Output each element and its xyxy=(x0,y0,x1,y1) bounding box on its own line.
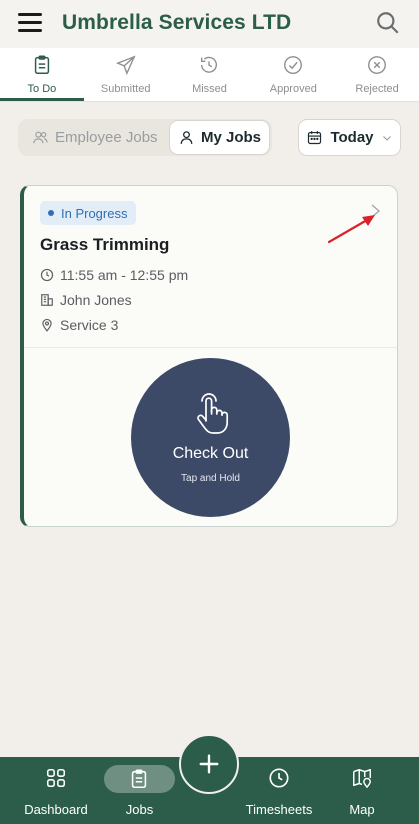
clock-icon xyxy=(40,268,54,282)
clipboard-icon xyxy=(34,55,50,74)
tab-missed[interactable]: Missed xyxy=(168,48,252,101)
user-icon xyxy=(180,131,193,144)
nav-dashboard[interactable]: Dashboard xyxy=(23,757,89,824)
job-time-text: 11:55 am - 12:55 pm xyxy=(60,267,189,283)
job-time: 11:55 am - 12:55 pm xyxy=(40,267,188,283)
tab-to-do[interactable]: To Do xyxy=(0,48,84,101)
job-service-text: Service 3 xyxy=(60,317,119,333)
tab-label: Submitted xyxy=(100,83,151,95)
check-circle-icon xyxy=(284,56,303,74)
app-header: Umbrella Services LTD xyxy=(0,0,419,48)
nav-map[interactable]: Map xyxy=(342,757,382,824)
check-out-hint: Tap and Hold xyxy=(181,473,240,484)
add-button[interactable] xyxy=(179,734,239,794)
job-card[interactable]: In Progress Grass Trimming 11:55 am - 12… xyxy=(20,185,398,527)
tab-label: Rejected xyxy=(355,83,399,95)
tab-label: Missed xyxy=(192,83,227,95)
app-title: Umbrella Services LTD xyxy=(62,11,292,34)
job-service: Service 3 xyxy=(40,317,118,333)
nav-dashboard-label: Dashboard xyxy=(24,802,88,817)
check-out-label: Check Out xyxy=(172,445,249,462)
status-dot xyxy=(48,210,54,216)
status-tabs: To Do Submitted Missed Approved Rejected xyxy=(0,48,419,102)
job-title: Grass Trimming xyxy=(40,235,170,254)
location-pin-icon xyxy=(42,318,52,332)
my-jobs-label: My Jobs xyxy=(200,129,261,146)
building-icon xyxy=(41,294,53,306)
calendar-icon xyxy=(308,131,322,145)
nav-timesheets[interactable]: Timesheets xyxy=(244,757,314,824)
users-icon xyxy=(33,131,48,144)
nav-jobs[interactable]: Jobs xyxy=(104,757,175,824)
nav-timesheets-label: Timesheets xyxy=(245,802,313,817)
employee-jobs-toggle[interactable]: Employee Jobs xyxy=(32,119,158,156)
status-label: In Progress xyxy=(61,205,128,221)
tab-label: Approved xyxy=(269,83,317,95)
status-badge: In Progress xyxy=(40,201,137,225)
employee-jobs-label: Employee Jobs xyxy=(55,129,158,146)
nav-map-label: Map xyxy=(349,802,375,817)
card-divider xyxy=(24,347,397,348)
tab-label: To Do xyxy=(27,83,57,95)
hamburger-icon[interactable] xyxy=(18,13,42,33)
send-icon xyxy=(115,55,136,76)
clock-icon xyxy=(269,768,289,788)
tab-rejected[interactable]: Rejected xyxy=(335,48,419,101)
x-circle-icon xyxy=(368,56,387,74)
nav-jobs-label: Jobs xyxy=(125,802,154,817)
jobs-scope-toggle: Employee Jobs My Jobs xyxy=(18,119,272,156)
map-pin-icon xyxy=(353,769,371,788)
tab-approved[interactable]: Approved xyxy=(251,48,335,101)
tab-submitted[interactable]: Submitted xyxy=(84,48,168,101)
date-filter-label: Today xyxy=(330,129,374,146)
job-client: John Jones xyxy=(40,292,132,308)
clipboard-icon xyxy=(131,769,147,789)
check-out-button[interactable]: Check Out Tap and Hold xyxy=(131,358,290,517)
grid-icon xyxy=(46,768,66,788)
tap-hand-icon xyxy=(196,393,228,434)
job-client-text: John Jones xyxy=(60,292,132,308)
date-filter-dropdown[interactable]: Today xyxy=(298,119,401,156)
plus-icon xyxy=(199,754,219,774)
clock-missed-icon xyxy=(201,56,218,73)
my-jobs-toggle[interactable]: My Jobs xyxy=(169,120,270,155)
search-icon[interactable] xyxy=(375,10,401,36)
chevron-down-icon xyxy=(382,135,391,141)
annotation-arrow-icon xyxy=(327,215,375,244)
